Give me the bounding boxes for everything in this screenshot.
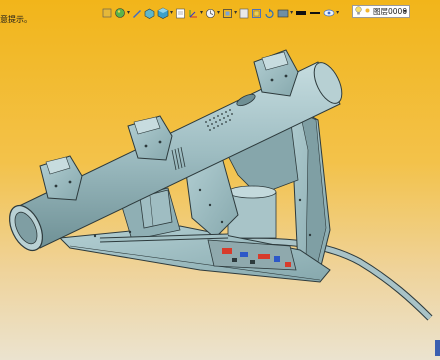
line-weight-icon[interactable] [309, 6, 321, 20]
scrollbar-thumb[interactable] [435, 340, 440, 356]
clamp-top-right [253, 49, 299, 97]
chevron-down-icon[interactable]: ▾ [400, 5, 410, 18]
sun-icon [364, 7, 371, 16]
view-toolbar: ▾ ▾ ▾ ▾ ▾ ▾ ▾ [102, 4, 339, 22]
axis-icon[interactable]: ▾ [188, 6, 203, 20]
render-icon[interactable] [102, 6, 112, 20]
lightbulb-icon [355, 6, 362, 17]
view-cube-icon[interactable] [144, 6, 155, 20]
status-hint: 意提示。 [0, 15, 32, 24]
zoom-fit-icon[interactable] [239, 6, 249, 20]
rectangle-icon[interactable]: ▾ [277, 6, 293, 20]
frame-icon[interactable]: ▾ [222, 6, 237, 20]
shaded-icon[interactable]: ▾ [157, 6, 173, 20]
visibility-icon[interactable]: ▾ [323, 6, 339, 20]
edit-icon[interactable] [132, 6, 142, 20]
3d-model-viewport[interactable] [0, 0, 440, 360]
vertical-scrollbar[interactable] [434, 0, 440, 360]
line-color-icon[interactable] [295, 6, 307, 20]
clock-icon[interactable]: ▾ [205, 6, 220, 20]
color-icon[interactable]: ▾ [114, 6, 130, 20]
sheet-icon[interactable] [175, 6, 186, 20]
zoom-window-icon[interactable] [251, 6, 262, 20]
rotate-icon[interactable] [264, 6, 275, 20]
